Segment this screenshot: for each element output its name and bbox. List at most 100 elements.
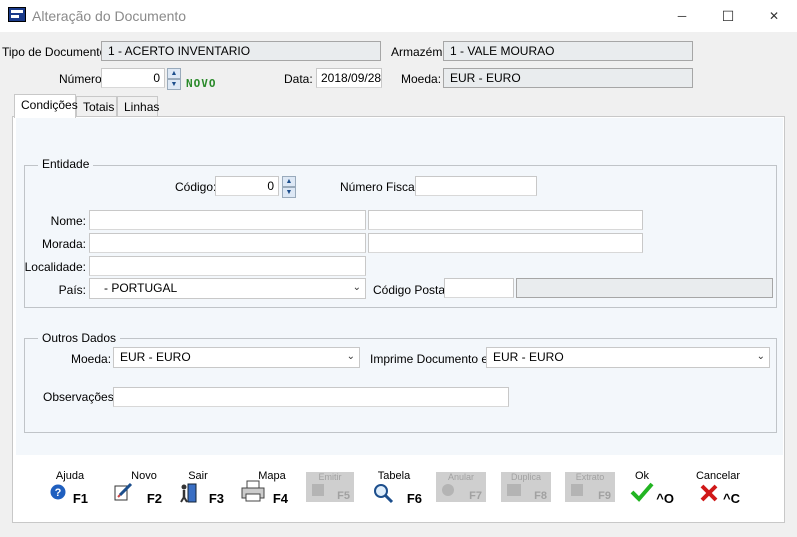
cancelar-label: Cancelar <box>695 470 741 482</box>
moeda-value: EUR - EURO <box>120 350 191 364</box>
close-button[interactable]: ✕ <box>751 0 797 32</box>
novo-button[interactable]: Novo F2 <box>108 470 168 506</box>
data-label: Data: <box>284 72 313 86</box>
spin-up-icon[interactable]: ▲ <box>282 176 296 187</box>
mapa-button[interactable]: Mapa F4 <box>234 470 294 506</box>
svg-text:?: ? <box>55 487 62 499</box>
spin-down-icon[interactable]: ▼ <box>282 187 296 198</box>
ok-key: ^O <box>656 491 674 506</box>
entidade-legend: Entidade <box>38 157 94 171</box>
pais-value: - PORTUGAL <box>104 281 178 295</box>
localidade-label: Localidade: <box>24 260 86 274</box>
statement-icon <box>571 484 583 496</box>
sair-label: Sair <box>188 470 208 482</box>
duplica-label: Duplica <box>510 472 541 482</box>
moeda-label: Moeda: <box>71 352 112 366</box>
tabela-key: F6 <box>406 491 422 506</box>
tab-condicoes[interactable]: Condições <box>14 94 78 118</box>
moeda-header-label: Moeda: <box>401 72 442 86</box>
imprime-value: EUR - EURO <box>493 350 564 364</box>
outros-dados-legend: Outros Dados <box>38 331 121 345</box>
table-search-icon <box>374 484 394 504</box>
close-icon: ✕ <box>768 9 780 23</box>
codigo-postal-label: Código Postal: <box>373 283 452 297</box>
pais-select[interactable]: - PORTUGAL ⌄ <box>89 278 366 299</box>
nome-extra-field[interactable] <box>368 210 643 230</box>
minimize-button[interactable]: ─ <box>659 0 705 32</box>
printer-icon <box>241 480 265 502</box>
codigo-postal-field[interactable] <box>444 278 514 298</box>
tab-linhas[interactable]: Linhas <box>117 96 159 117</box>
data-field[interactable]: 2018/09/28 <box>316 68 382 88</box>
morada-field[interactable] <box>89 233 366 253</box>
codigo-field[interactable]: 0 <box>215 176 279 196</box>
ok-label: Ok <box>634 470 650 482</box>
ok-button[interactable]: Ok ^O <box>620 470 676 506</box>
duplicate-icon <box>507 484 521 496</box>
codigo-postal-locality <box>516 278 773 298</box>
numero-fiscal-label: Número Fiscal: <box>340 180 421 194</box>
tab-totais[interactable]: Totais <box>76 96 117 117</box>
emitir-key: F5 <box>337 490 350 502</box>
cancel-doc-icon <box>442 484 454 496</box>
extrato-button[interactable]: Extrato F9 <box>565 472 615 502</box>
armazem-label: Armazém: <box>391 45 446 59</box>
chevron-down-icon: ⌄ <box>756 351 765 362</box>
codigo-label: Código: <box>175 180 217 194</box>
ajuda-button[interactable]: Ajuda ? F1 <box>46 470 106 506</box>
chevron-down-icon: ⌄ <box>346 351 355 362</box>
cancelar-button[interactable]: Cancelar ^C <box>692 470 748 506</box>
novo-key: F2 <box>146 491 162 506</box>
novo-badge: NOVO <box>186 77 217 90</box>
sair-button[interactable]: Sair F3 <box>170 470 230 506</box>
minimize-icon: ─ <box>677 9 687 23</box>
codigo-spinner[interactable]: ▲ ▼ <box>282 176 296 198</box>
emit-icon <box>312 484 324 496</box>
maximize-button[interactable]: ☐ <box>705 0 751 32</box>
sair-key: F3 <box>208 491 224 506</box>
localidade-field[interactable] <box>89 256 366 276</box>
emitir-label: Emitir <box>318 472 342 482</box>
spin-down-icon[interactable]: ▼ <box>167 79 181 90</box>
moeda-header-field: EUR - EURO <box>443 68 693 88</box>
checkmark-icon <box>630 482 654 502</box>
observacoes-field[interactable] <box>113 387 509 407</box>
morada-extra-field[interactable] <box>368 233 643 253</box>
duplica-button[interactable]: Duplica F8 <box>501 472 551 502</box>
ajuda-key: F1 <box>72 491 88 506</box>
anular-button[interactable]: Anular F7 <box>436 472 486 502</box>
tipo-documento-field: 1 - ACERTO INVENTARIO <box>101 41 381 61</box>
imprime-select[interactable]: EUR - EURO ⌄ <box>486 347 770 368</box>
pais-label: País: <box>58 283 86 297</box>
title-bar: Alteração do Documento ─ ☐ ✕ <box>0 0 797 32</box>
maximize-icon: ☐ <box>721 7 735 24</box>
moeda-select[interactable]: EUR - EURO ⌄ <box>113 347 360 368</box>
tipo-documento-label: Tipo de Documento: <box>2 45 110 59</box>
nome-label: Nome: <box>50 214 86 228</box>
ajuda-label: Ajuda <box>55 470 85 482</box>
spin-up-icon[interactable]: ▲ <box>167 68 181 79</box>
tabela-button[interactable]: Tabela F6 <box>368 470 428 506</box>
extrato-label: Extrato <box>575 472 605 482</box>
chevron-down-icon: ⌄ <box>352 282 361 293</box>
numero-fiscal-field[interactable] <box>415 176 537 196</box>
emitir-button[interactable]: Emitir F5 <box>306 472 354 502</box>
armazem-field: 1 - VALE MOURAO <box>443 41 693 61</box>
numero-spinner[interactable]: ▲ ▼ <box>167 68 181 90</box>
anular-label: Anular <box>447 472 474 482</box>
extrato-key: F9 <box>598 490 611 502</box>
nome-field[interactable] <box>89 210 366 230</box>
help-icon: ? <box>50 484 66 500</box>
cancelar-key: ^C <box>723 491 740 506</box>
app-icon <box>8 7 26 22</box>
window-title: Alteração do Documento <box>32 8 187 24</box>
imprime-label: Imprime Documento em: <box>370 352 502 366</box>
observacoes-label: Observações: <box>43 390 118 404</box>
exit-icon <box>180 483 197 503</box>
morada-label: Morada: <box>41 237 86 251</box>
x-cancel-icon <box>700 484 718 502</box>
numero-field[interactable]: 0 <box>101 68 165 88</box>
duplica-key: F8 <box>534 490 547 502</box>
tabela-label: Tabela <box>377 470 411 482</box>
anular-key: F7 <box>469 490 482 502</box>
